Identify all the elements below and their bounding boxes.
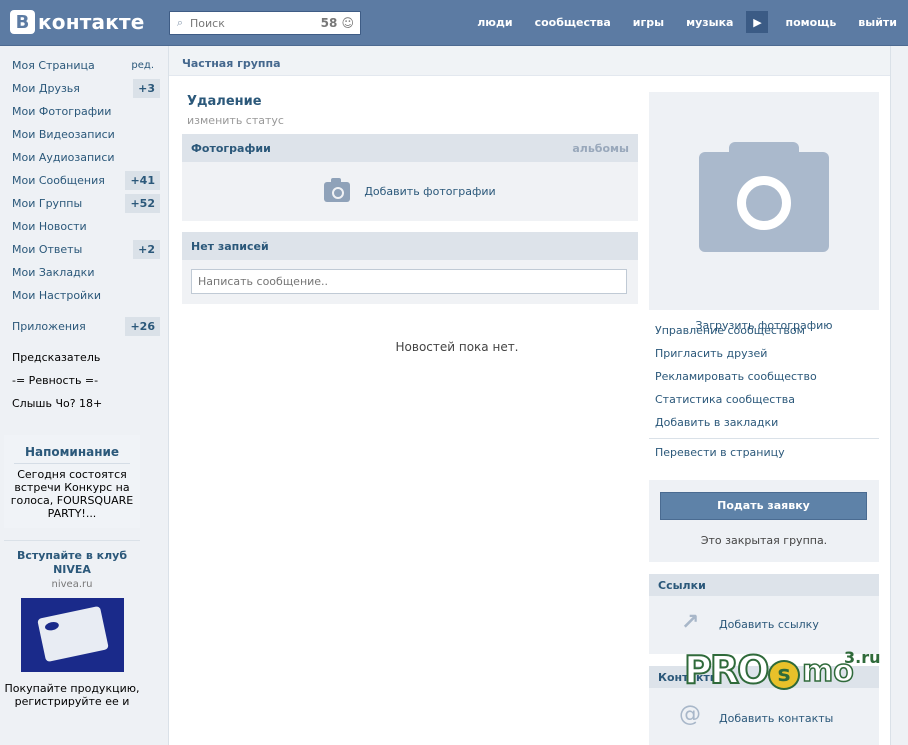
arrow-up-right-icon: ↗ bbox=[681, 610, 700, 635]
group-actions: Управление сообществом Пригласить друзей… bbox=[649, 320, 879, 465]
ad-title: Вступайте в клуб NIVEA bbox=[16, 549, 127, 576]
card-icon bbox=[36, 605, 109, 663]
sidebar-item-audio[interactable]: Мои Аудиозаписи bbox=[0, 146, 163, 169]
divider bbox=[649, 438, 879, 439]
search-input[interactable]: ⌕ Поиск 58 ☺ bbox=[169, 11, 361, 35]
sidebar-app-18[interactable]: Слышь Чо? 18+ bbox=[0, 392, 163, 415]
add-link-label: Добавить ссылку bbox=[719, 618, 819, 631]
apply-button[interactable]: Подать заявку bbox=[660, 492, 867, 520]
ad-image[interactable] bbox=[20, 598, 124, 672]
search-online-count: 58 ☺ bbox=[320, 16, 354, 30]
reminder-text: Сегодня состоятся встречи Конкурс на гол… bbox=[10, 468, 134, 520]
advertise-community-link[interactable]: Рекламировать сообщество bbox=[649, 366, 879, 389]
camera-icon bbox=[699, 142, 829, 252]
albums-link[interactable]: альбомы bbox=[572, 142, 629, 155]
sidebar-item-apps[interactable]: Приложения +26 bbox=[0, 315, 163, 338]
ad-block[interactable]: Вступайте в клуб NIVEA nivea.ru Покупайт… bbox=[4, 540, 140, 708]
add-photos-label: Добавить фотографии bbox=[364, 185, 496, 198]
top-nav: люди сообщества игры музыка ▶ помощь вый… bbox=[466, 10, 908, 34]
breadcrumb: Частная группа bbox=[169, 46, 890, 76]
reminder-title: Напоминание bbox=[14, 445, 130, 464]
count-badge: +26 bbox=[125, 317, 160, 336]
vk-logo[interactable]: В контакте bbox=[10, 10, 145, 34]
ad-domain: nivea.ru bbox=[51, 579, 93, 590]
person-icon: ☺ bbox=[341, 16, 354, 30]
change-status-link[interactable]: изменить статус bbox=[187, 114, 284, 127]
manage-community-link[interactable]: Управление сообществом bbox=[649, 320, 879, 343]
add-contacts-button[interactable]: @ Добавить контакты bbox=[649, 688, 879, 745]
sidebar-item-news[interactable]: Мои Новости bbox=[0, 215, 163, 238]
sidebar-item-answers[interactable]: Мои Ответы +2 bbox=[0, 238, 163, 261]
reminder-box[interactable]: Напоминание Сегодня состоятся встречи Ко… bbox=[4, 435, 140, 528]
add-link-button[interactable]: ↗ Добавить ссылку bbox=[649, 596, 879, 654]
sidebar-item-friends[interactable]: Мои Друзья +3 bbox=[0, 77, 163, 100]
sidebar-item-settings[interactable]: Мои Настройки bbox=[0, 284, 163, 307]
logo-badge: В bbox=[10, 10, 35, 34]
sidebar-app-jealousy[interactable]: -= Ревность =- bbox=[0, 369, 163, 392]
promo-watermark: PRO s mo 3.ru bbox=[683, 647, 881, 693]
search-icon: ⌕ bbox=[176, 16, 184, 29]
sidebar-divider bbox=[0, 307, 163, 315]
top-header: В контакте ⌕ Поиск 58 ☺ люди сообщества … bbox=[0, 0, 908, 46]
photos-header: Фотографии альбомы bbox=[182, 134, 638, 162]
left-sidebar: Моя Страница ред. Мои Друзья +3 Мои Фотогр… bbox=[0, 54, 163, 708]
edit-link[interactable]: ред. bbox=[131, 60, 160, 71]
sidebar-item-bookmarks[interactable]: Мои Закладки bbox=[0, 261, 163, 284]
camera-icon bbox=[324, 177, 351, 202]
count-badge: +52 bbox=[125, 194, 160, 213]
wall-message-input[interactable] bbox=[191, 269, 627, 294]
photos-title: Фотографии bbox=[191, 142, 271, 155]
ad-text: Покупайте продукцию, регистрируйте ее и bbox=[4, 682, 140, 708]
wall-composer bbox=[182, 260, 638, 304]
add-photos-button[interactable]: Добавить фотографии bbox=[182, 162, 638, 221]
count-badge: +2 bbox=[133, 240, 160, 259]
community-stats-link[interactable]: Статистика сообщества bbox=[649, 389, 879, 412]
logo-text: контакте bbox=[38, 10, 145, 34]
nav-logout[interactable]: выйти bbox=[847, 16, 908, 29]
search-placeholder: Поиск bbox=[190, 16, 225, 30]
wall-header: Нет записей bbox=[182, 232, 638, 260]
wall-title: Нет записей bbox=[191, 240, 269, 253]
sidebar-item-messages[interactable]: Мои Сообщения +41 bbox=[0, 169, 163, 192]
closed-group-text: Это закрытая группа. bbox=[700, 534, 828, 547]
sidebar-item-groups[interactable]: Мои Группы +52 bbox=[0, 192, 163, 215]
at-sign-icon: @ bbox=[679, 702, 701, 727]
main-panel: Частная группа Удаление изменить статус … bbox=[168, 46, 891, 745]
convert-to-page-link[interactable]: Перевести в страницу bbox=[649, 442, 879, 465]
nav-music[interactable]: музыка bbox=[675, 16, 744, 29]
sidebar-item-my-page[interactable]: Моя Страница ред. bbox=[0, 54, 163, 77]
join-box: Подать заявку Это закрытая группа. bbox=[649, 480, 879, 562]
page-title: Удаление bbox=[187, 94, 262, 109]
sidebar-app-predictor[interactable]: Предсказатель bbox=[0, 346, 163, 369]
sidebar-item-photos[interactable]: Мои Фотографии bbox=[0, 100, 163, 123]
count-badge: +3 bbox=[133, 79, 160, 98]
links-header: Ссылки bbox=[649, 574, 879, 596]
count-badge: +41 bbox=[125, 171, 160, 190]
add-contacts-label: Добавить контакты bbox=[719, 712, 834, 725]
add-bookmark-link[interactable]: Добавить в закладки bbox=[649, 412, 879, 435]
nav-games[interactable]: игры bbox=[622, 16, 675, 29]
nav-help[interactable]: помощь bbox=[774, 16, 847, 29]
nav-people[interactable]: люди bbox=[466, 16, 523, 29]
nav-communities[interactable]: сообщества bbox=[524, 16, 622, 29]
play-icon[interactable]: ▶ bbox=[746, 11, 769, 33]
sidebar-divider bbox=[0, 338, 163, 346]
invite-friends-link[interactable]: Пригласить друзей bbox=[649, 343, 879, 366]
group-photo-upload[interactable]: Загрузить фотографию bbox=[649, 92, 879, 332]
sidebar-item-videos[interactable]: Мои Видеозаписи bbox=[0, 123, 163, 146]
